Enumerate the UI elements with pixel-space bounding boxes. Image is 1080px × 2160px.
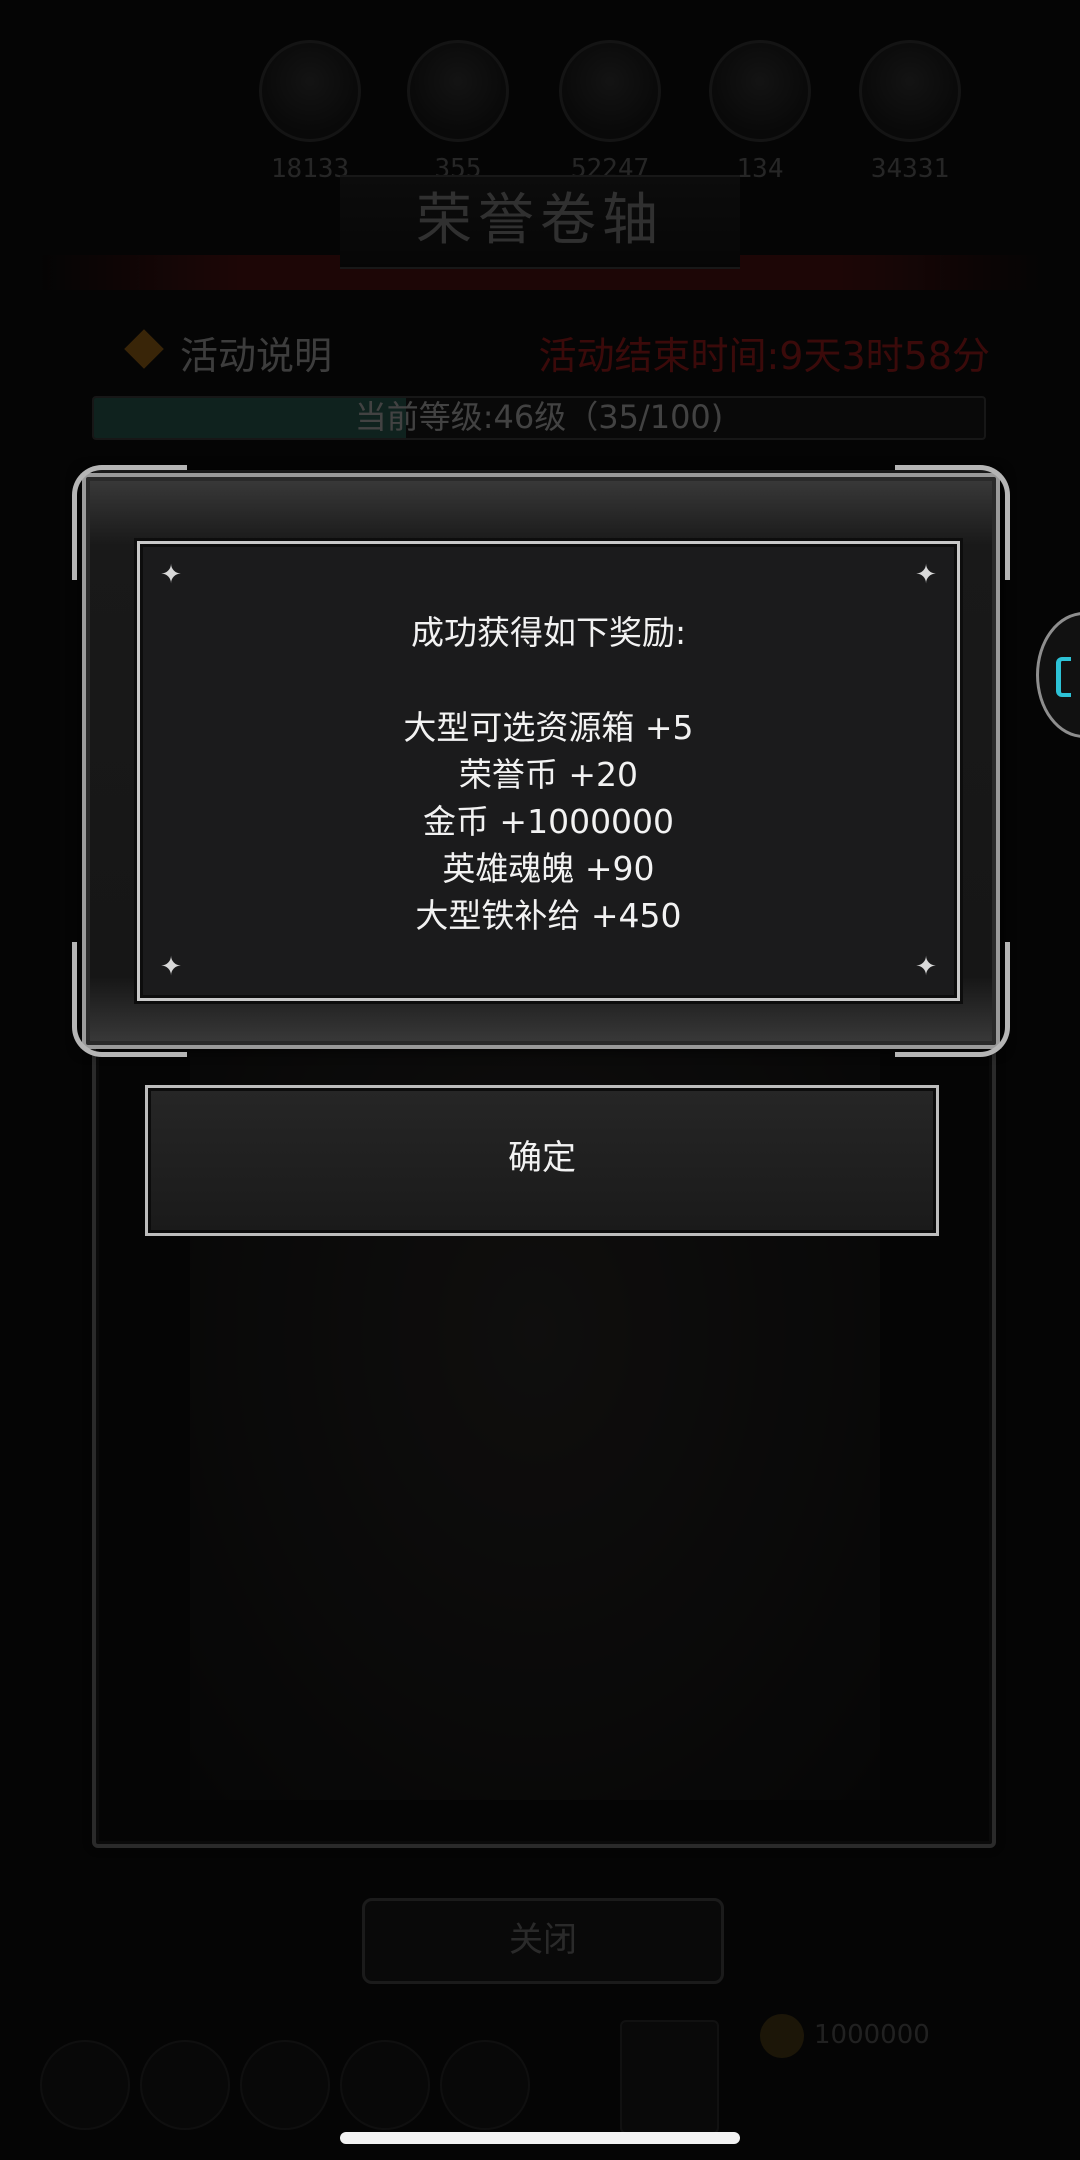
popup-content: ✦ ✦ ✦ ✦ 成功获得如下奖励: 大型可选资源箱 +5 荣誉币 +20 金币 … bbox=[137, 541, 960, 1001]
coin-badge: 1000000 bbox=[760, 2005, 980, 2065]
resource-bar: 18133 355 52247 134 34331 bbox=[40, 40, 1040, 190]
resource-icon bbox=[859, 40, 961, 142]
event-end-timer: 活动结束时间:9天3时58分 bbox=[538, 334, 990, 378]
reward-item: 大型铁补给 +450 bbox=[415, 896, 682, 935]
reward-popup: ✦ ✦ ✦ ✦ 成功获得如下奖励: 大型可选资源箱 +5 荣誉币 +20 金币 … bbox=[72, 465, 1010, 1057]
reward-item: 大型可选资源箱 +5 bbox=[403, 708, 694, 747]
resource-icon bbox=[559, 40, 661, 142]
resource-slot: 18133 bbox=[240, 40, 380, 184]
reward-list: 大型可选资源箱 +5 荣誉币 +20 金币 +1000000 英雄魂魄 +90 … bbox=[140, 704, 957, 939]
nav-slot[interactable] bbox=[240, 2040, 330, 2130]
sparkle-icon: ✦ bbox=[160, 560, 182, 590]
resource-count: 34331 bbox=[870, 154, 950, 184]
background-screen: 18133 355 52247 134 34331 荣誉卷轴 活动说明 活动结束… bbox=[0, 0, 1080, 2160]
info-row: 活动说明 活动结束时间:9天3时58分 bbox=[120, 325, 990, 378]
level-progress-bar: 当前等级:46级（35/100) bbox=[92, 396, 986, 440]
resource-icon bbox=[259, 40, 361, 142]
resource-slot: 34331 bbox=[840, 40, 980, 184]
reward-item: 荣誉币 +20 bbox=[458, 755, 639, 794]
nav-slot[interactable] bbox=[340, 2040, 430, 2130]
resource-icon bbox=[709, 40, 811, 142]
event-title: 荣誉卷轴 bbox=[340, 175, 740, 269]
home-indicator[interactable] bbox=[340, 2132, 740, 2144]
info-diamond-icon bbox=[124, 329, 164, 369]
resource-slot: 52247 bbox=[540, 40, 680, 184]
sparkle-icon: ✦ bbox=[915, 560, 937, 590]
activity-info-link[interactable]: 活动说明 bbox=[180, 325, 332, 380]
nav-slot[interactable] bbox=[440, 2040, 530, 2130]
sparkle-icon: ✦ bbox=[160, 952, 182, 982]
nav-slot[interactable] bbox=[140, 2040, 230, 2130]
bracket-icon bbox=[1056, 657, 1071, 697]
reward-item: 金币 +1000000 bbox=[422, 802, 675, 841]
confirm-button[interactable]: 确定 bbox=[145, 1085, 939, 1236]
resource-slot: 355 bbox=[388, 40, 528, 184]
level-text: 当前等级:46级（35/100) bbox=[354, 398, 724, 436]
sparkle-icon: ✦ bbox=[915, 952, 937, 982]
popup-title: 成功获得如下奖励: bbox=[410, 613, 687, 652]
resource-icon bbox=[407, 40, 509, 142]
nav-slot[interactable] bbox=[40, 2040, 130, 2130]
resource-slot: 134 bbox=[690, 40, 830, 184]
reward-item: 英雄魂魄 +90 bbox=[442, 849, 655, 888]
close-button[interactable]: 关闭 bbox=[362, 1898, 724, 1984]
chest-icon bbox=[620, 2020, 719, 2134]
